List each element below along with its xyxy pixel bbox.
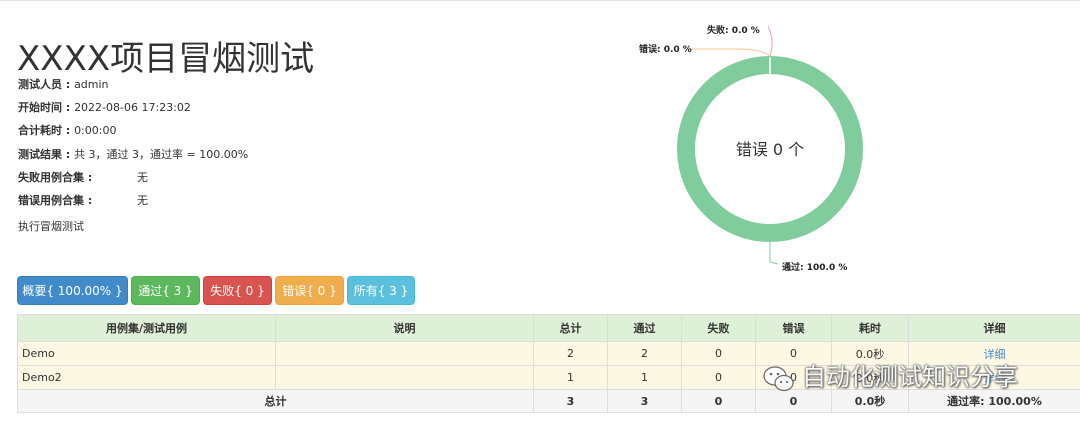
detail-link[interactable]: 详细 [984,348,1006,361]
info-label: 错误用例合集 : [18,194,93,207]
label-pass: 通过: 100.0 % [782,261,847,273]
footer-label: 总计 [17,389,534,413]
col-header-time: 耗时 [831,314,909,342]
donut-svg: 失败: 0.0 % 错误: 0.0 % 通过: 100.0 % 错误 0 个 [639,24,863,273]
col-header-desc: 说明 [275,314,534,342]
page-title: XXXX项目冒烟测试 [17,39,315,79]
info-result: 测试结果 : 共 3，通过 3，通过率 = 100.00% [18,148,248,162]
table-header: 用例集/测试用例 说明 总计 通过 失败 错误 耗时 详细 [17,314,1080,342]
col-header-total: 总计 [533,314,608,342]
info-failed-cases: 失败用例合集 : 无 [18,171,178,185]
leader-fail [767,25,773,57]
info-label: 测试结果 : [18,148,75,161]
cell-desc [275,341,534,366]
info-duration: 合计耗时 : 0:00:00 [18,124,116,138]
cell-pass: 1 [607,365,682,390]
leader-error [690,48,770,57]
info-value: admin [74,78,109,91]
info-label: 合计耗时 : [18,124,75,137]
result-donut-chart: 失败: 0.0 % 错误: 0.0 % 通过: 100.0 % 错误 0 个 [600,12,940,282]
info-value: 0:00:00 [74,124,117,137]
cell-fail: 0 [681,365,756,390]
col-header-pass: 通过 [607,314,682,342]
cell-total: 2 [533,341,608,366]
info-value: 无 [137,194,148,207]
cell-case-name: Demo [17,341,276,366]
wechat-icon [763,366,794,392]
col-header-error: 错误 [755,314,832,342]
all-filter-button[interactable]: 所有{ 3 } [347,276,415,305]
report-description: 执行冒烟测试 [18,220,84,233]
info-value: 2022-08-06 17:23:02 [74,101,191,114]
col-header-detail: 详细 [908,314,1080,342]
cell-total: 1 [533,365,608,390]
cell-fail: 0 [681,341,756,366]
footer-fail: 0 [681,389,756,413]
summary-button[interactable]: 概要{ 100.00% } [17,276,128,305]
col-header-case: 用例集/测试用例 [17,314,276,342]
watermark-text: 自动化测试知识分享 [802,363,1018,391]
cell-case-name: Demo2 [17,365,276,390]
info-tester: 测试人员 : admin [18,78,109,92]
col-header-fail: 失败 [681,314,756,342]
label-error: 错误: 0.0 % [639,43,692,55]
footer-pass: 3 [607,389,682,413]
info-value: 无 [137,171,148,184]
info-value: 共 3，通过 3，通过率 = 100.00% [74,148,249,161]
info-label: 失败用例合集 : [18,171,93,184]
leader-pass [769,242,779,265]
info-error-cases: 错误用例合集 : 无 [18,194,178,208]
info-label: 测试人员 : [18,78,75,91]
pass-filter-button[interactable]: 通过{ 3 } [131,276,200,305]
label-fail: 失败: 0.0 % [707,24,760,36]
info-label: 开始时间 : [18,101,75,114]
cell-desc [275,365,534,390]
fail-filter-button[interactable]: 失败{ 0 } [203,276,272,305]
footer-total: 3 [533,389,608,413]
info-start-time: 开始时间 : 2022-08-06 17:23:02 [18,101,191,115]
error-filter-button[interactable]: 错误{ 0 } [275,276,344,305]
cell-pass: 2 [607,341,682,366]
top-divider [0,0,1080,1]
donut-center-label: 错误 0 个 [736,140,804,159]
